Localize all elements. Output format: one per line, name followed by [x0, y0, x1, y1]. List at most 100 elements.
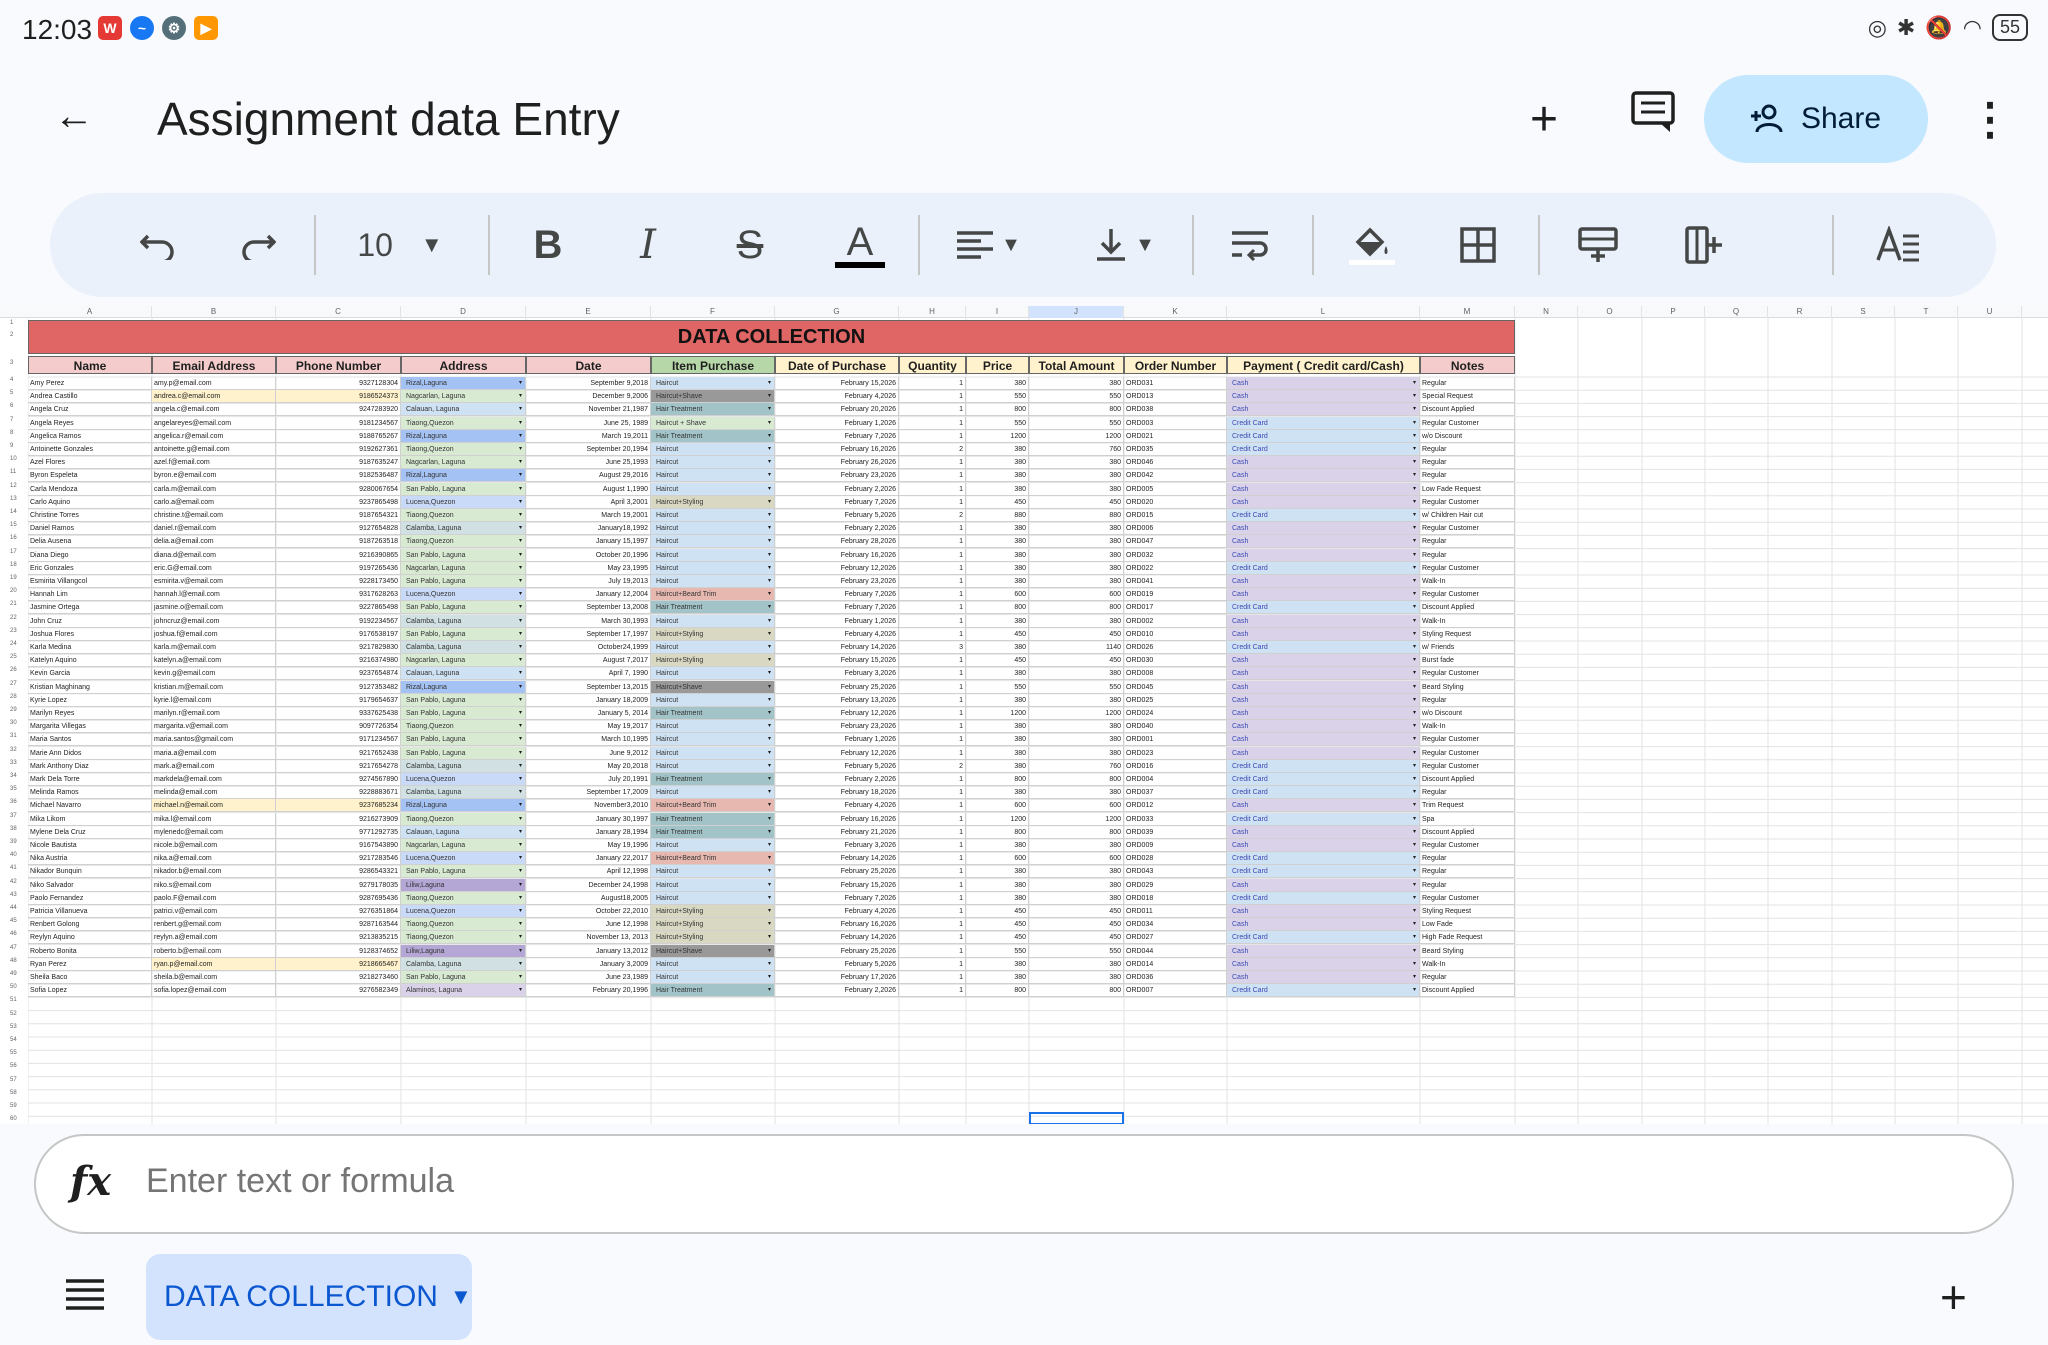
- row-header[interactable]: 33: [0, 760, 28, 766]
- table-cell[interactable]: San Pablo, Laguna ▾: [401, 746, 526, 760]
- table-cell[interactable]: 9176538197: [276, 627, 401, 641]
- table-cell[interactable]: ORD008: [1124, 667, 1227, 681]
- dropdown-chip[interactable]: Haircut: [653, 511, 681, 521]
- table-cell[interactable]: Cash ▾: [1227, 377, 1420, 390]
- table-cell[interactable]: 2: [899, 509, 966, 522]
- table-cell[interactable]: June 25, 1989: [526, 416, 651, 430]
- table-cell[interactable]: 800: [966, 825, 1029, 839]
- table-cell[interactable]: carla.m@email.com: [152, 482, 276, 496]
- table-cell[interactable]: Haircut ▾: [651, 456, 775, 470]
- dropdown-chip[interactable]: Credit Card: [1229, 815, 1271, 825]
- table-cell[interactable]: January 18,2009: [526, 693, 651, 707]
- table-cell[interactable]: patrici.v@email.com: [152, 905, 276, 918]
- table-cell[interactable]: 800: [1029, 984, 1124, 998]
- dropdown-chip[interactable]: Haircut+Styling: [653, 498, 706, 508]
- table-cell[interactable]: 9237865498: [276, 495, 401, 509]
- table-cell[interactable]: 9217652438: [276, 746, 401, 760]
- table-cell[interactable]: ORD023: [1124, 746, 1227, 760]
- column-header[interactable]: C: [276, 306, 401, 318]
- table-cell[interactable]: Credit Card ▾: [1227, 416, 1420, 430]
- dropdown-chip[interactable]: Cash: [1229, 709, 1251, 719]
- table-cell[interactable]: Regular: [1420, 878, 1515, 892]
- table-cell[interactable]: 380: [1029, 865, 1124, 879]
- table-cell[interactable]: michael.n@email.com: [152, 799, 276, 813]
- table-cell[interactable]: ORD014: [1124, 957, 1227, 971]
- table-cell[interactable]: Calauan, Laguna ▾: [401, 825, 526, 839]
- column-header[interactable]: U: [1958, 306, 2022, 318]
- table-cell[interactable]: Beard Styling: [1420, 944, 1515, 958]
- dropdown-chip[interactable]: Haircut: [653, 379, 681, 389]
- table-cell[interactable]: 450: [1029, 627, 1124, 641]
- table-cell[interactable]: Tiaong,Quezon ▾: [401, 720, 526, 734]
- table-cell[interactable]: Haircut ▾: [651, 641, 775, 654]
- table-cell[interactable]: Haircut+Styling ▾: [651, 627, 775, 641]
- redo-button[interactable]: [228, 193, 288, 297]
- table-cell[interactable]: Calamba, Laguna ▾: [401, 957, 526, 971]
- table-cell[interactable]: ryan.p@email.com: [152, 957, 276, 971]
- table-cell[interactable]: Calamba, Laguna ▾: [401, 614, 526, 628]
- table-cell[interactable]: 450: [966, 627, 1029, 641]
- table-cell[interactable]: 380: [966, 733, 1029, 747]
- table-cell[interactable]: Cash ▾: [1227, 482, 1420, 496]
- table-cell[interactable]: July 19,2013: [526, 575, 651, 588]
- dropdown-chip[interactable]: Haircut: [653, 867, 681, 877]
- table-cell[interactable]: ORD020: [1124, 495, 1227, 509]
- table-cell[interactable]: September 13,2015: [526, 680, 651, 694]
- table-cell[interactable]: 380: [966, 720, 1029, 734]
- table-cell[interactable]: February 26,2026: [775, 456, 899, 470]
- table-cell[interactable]: Christine Torres: [28, 509, 152, 522]
- table-cell[interactable]: Credit Card ▾: [1227, 852, 1420, 866]
- table-cell[interactable]: 2: [899, 759, 966, 773]
- table-cell[interactable]: August 29,2016: [526, 469, 651, 483]
- table-cell[interactable]: 450: [966, 918, 1029, 932]
- dropdown-chip[interactable]: Haircut+Shave: [653, 392, 705, 402]
- column-header[interactable]: S: [1832, 306, 1895, 318]
- bold-button[interactable]: B: [518, 193, 578, 297]
- table-cell[interactable]: 550: [966, 390, 1029, 404]
- table-header-cell[interactable]: Name: [28, 356, 152, 374]
- table-cell[interactable]: 9228173450: [276, 575, 401, 588]
- data-collection-banner[interactable]: DATA COLLECTION: [28, 320, 1515, 354]
- table-cell[interactable]: 9287163544: [276, 918, 401, 932]
- table-cell[interactable]: August 7,2017: [526, 654, 651, 668]
- table-cell[interactable]: 450: [966, 905, 1029, 918]
- table-cell[interactable]: 1: [899, 601, 966, 615]
- sheet-list-button[interactable]: [64, 1276, 106, 1321]
- row-header[interactable]: 60: [0, 1116, 28, 1122]
- table-cell[interactable]: June 9,2012: [526, 746, 651, 760]
- table-cell[interactable]: Cash ▾: [1227, 971, 1420, 984]
- table-cell[interactable]: January 12,2004: [526, 588, 651, 602]
- selected-cell[interactable]: [1029, 1112, 1124, 1124]
- table-cell[interactable]: Cash ▾: [1227, 944, 1420, 958]
- table-cell[interactable]: 550: [966, 680, 1029, 694]
- table-cell[interactable]: 1: [899, 495, 966, 509]
- table-cell[interactable]: Cash ▾: [1227, 575, 1420, 588]
- table-cell[interactable]: Haircut ▾: [651, 575, 775, 588]
- table-cell[interactable]: 550: [966, 416, 1029, 430]
- dropdown-chip[interactable]: Tiaong,Quezon: [403, 511, 457, 521]
- table-cell[interactable]: Nagcarlan, Laguna ▾: [401, 561, 526, 575]
- table-cell[interactable]: 800: [966, 403, 1029, 417]
- dropdown-chip[interactable]: Cash: [1229, 551, 1251, 561]
- table-cell[interactable]: kevin.g@email.com: [152, 667, 276, 681]
- row-header[interactable]: 56: [0, 1063, 28, 1069]
- row-header[interactable]: 6: [0, 403, 28, 409]
- table-header-cell[interactable]: Order Number: [1124, 356, 1227, 374]
- table-cell[interactable]: ORD041: [1124, 575, 1227, 588]
- table-cell[interactable]: February 7,2026: [775, 588, 899, 602]
- table-cell[interactable]: February 17,2026: [775, 971, 899, 984]
- table-cell[interactable]: San Pablo, Laguna ▾: [401, 575, 526, 588]
- table-cell[interactable]: February 7,2026: [775, 495, 899, 509]
- table-cell[interactable]: Hair Treatment ▾: [651, 707, 775, 720]
- table-cell[interactable]: Nagcarlan, Laguna ▾: [401, 390, 526, 404]
- dropdown-chip[interactable]: Haircut: [653, 894, 681, 904]
- table-cell[interactable]: Calamba, Laguna ▾: [401, 522, 526, 536]
- table-cell[interactable]: ORD007: [1124, 984, 1227, 998]
- table-cell[interactable]: Credit Card ▾: [1227, 443, 1420, 456]
- table-cell[interactable]: ORD005: [1124, 482, 1227, 496]
- table-cell[interactable]: Discount Applied: [1420, 984, 1515, 998]
- dropdown-chip[interactable]: Cash: [1229, 471, 1251, 481]
- table-cell[interactable]: 380: [966, 641, 1029, 654]
- table-cell[interactable]: 1: [899, 944, 966, 958]
- table-cell[interactable]: Haircut+Beard Trim ▾: [651, 799, 775, 813]
